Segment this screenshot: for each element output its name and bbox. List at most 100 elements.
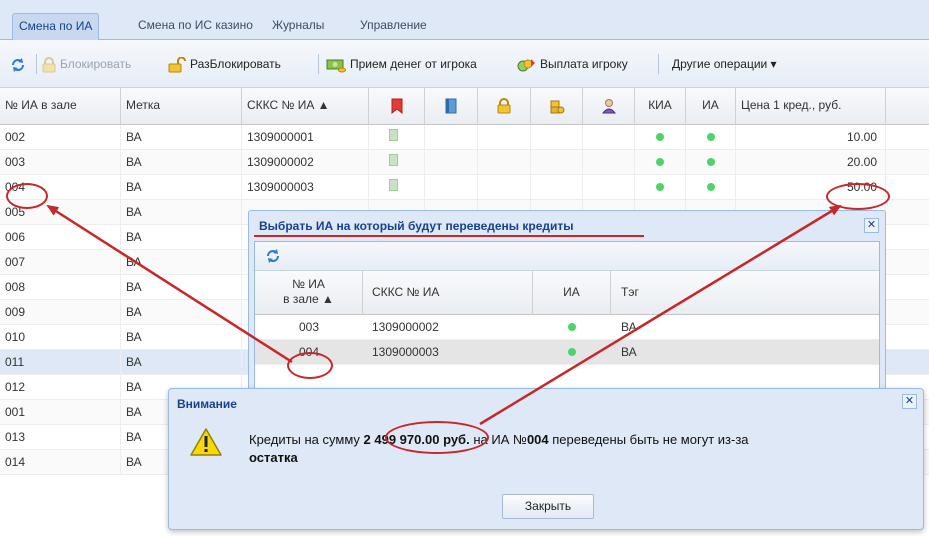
col-price[interactable]: Цена 1 кред., руб. bbox=[736, 88, 886, 125]
select-window-close-button[interactable]: ✕ bbox=[864, 218, 879, 233]
close-button[interactable]: Закрыть bbox=[502, 494, 594, 519]
refresh-icon[interactable] bbox=[265, 248, 281, 264]
cell-empty bbox=[425, 175, 478, 200]
cell-flag bbox=[369, 125, 425, 150]
cell-ia-status bbox=[686, 175, 736, 200]
cell-num: 008 bbox=[0, 275, 121, 300]
cell-num: 010 bbox=[0, 325, 121, 350]
cell-flag bbox=[369, 150, 425, 175]
dialog-message: Кредиты на сумму 2 499 970.00 руб. на ИА… bbox=[249, 431, 889, 467]
msg-suffix: переведены быть не могут из-за bbox=[552, 432, 749, 447]
grid-header: № ИА в зале Метка СККС № ИА ▲ КИА ИА Цен… bbox=[0, 88, 929, 125]
cell-num: 001 bbox=[0, 400, 121, 425]
payout-icon bbox=[517, 58, 535, 72]
select-row-selected[interactable]: 004 1309000003 ВА bbox=[255, 340, 879, 365]
toolbar: Блокировать РазБлокировать Прием денег о… bbox=[0, 40, 929, 88]
cell-tag: ВА bbox=[121, 125, 242, 150]
dialog-close-button[interactable]: ✕ bbox=[902, 394, 917, 409]
select-machine-window: Выбрать ИА на который будут переведены к… bbox=[248, 210, 886, 391]
cell-skks: 1309000003 bbox=[242, 175, 369, 200]
bookmark-icon bbox=[391, 98, 402, 115]
block-button[interactable]: Блокировать bbox=[42, 55, 131, 73]
col-kia[interactable]: КИА bbox=[635, 88, 686, 125]
cell-price: 50.00 bbox=[736, 175, 886, 200]
table-row[interactable]: 004 ВА 1309000003 50.00 bbox=[0, 175, 929, 200]
select-col-ia[interactable]: ИА bbox=[533, 271, 611, 315]
bookmark-icon bbox=[389, 129, 398, 141]
status-dot bbox=[568, 323, 576, 331]
cell-kia-status bbox=[635, 125, 686, 150]
select-window-title: Выбрать ИА на который будут переведены к… bbox=[259, 219, 574, 233]
cell-tag: ВА bbox=[121, 175, 242, 200]
select-window-header: № ИА в зале ▲ СККС № ИА ИА Тэг bbox=[255, 271, 879, 315]
cell-tag: ВА bbox=[121, 150, 242, 175]
refresh-button[interactable] bbox=[10, 55, 30, 73]
table-row[interactable]: 002 ВА 1309000001 10.00 bbox=[0, 125, 929, 150]
cell-empty bbox=[531, 175, 583, 200]
col-lock[interactable] bbox=[478, 88, 531, 125]
dialog-title: Внимание bbox=[177, 397, 237, 411]
cell-num: 003 bbox=[0, 150, 121, 175]
select-row-tag: ВА bbox=[621, 320, 637, 334]
status-dot bbox=[656, 133, 664, 141]
annotation-underline bbox=[254, 235, 644, 237]
payout-label: Выплата игроку bbox=[540, 57, 628, 71]
cell-tag: ВА bbox=[121, 300, 242, 325]
cell-num: 004 bbox=[0, 175, 121, 200]
col-ia[interactable]: ИА bbox=[686, 88, 736, 125]
other-operations-menu[interactable]: Другие операции ▾ bbox=[672, 55, 777, 73]
cell-ia-status bbox=[686, 150, 736, 175]
accept-money-label: Прием денег от игрока bbox=[350, 57, 477, 71]
cell-empty bbox=[583, 125, 635, 150]
msg-prefix: Кредиты на сумму bbox=[249, 432, 360, 447]
select-row-status bbox=[533, 315, 611, 340]
col-user[interactable] bbox=[583, 88, 635, 125]
select-row-number: 004 bbox=[298, 345, 320, 359]
cell-tag: ВА bbox=[121, 275, 242, 300]
tab-shift-by-casino[interactable]: Смена по ИС казино bbox=[132, 13, 259, 40]
col-skks[interactable]: СККС № ИА ▲ bbox=[242, 88, 369, 125]
payout-button[interactable]: Выплата игроку bbox=[516, 55, 628, 73]
cell-tag: ВА bbox=[121, 350, 242, 375]
select-row-tag: ВА bbox=[621, 345, 637, 359]
accept-money-button[interactable]: Прием денег от игрока bbox=[326, 55, 477, 73]
msg-end: остатка bbox=[249, 450, 298, 465]
cell-empty bbox=[583, 150, 635, 175]
bookmark-icon bbox=[389, 154, 398, 166]
select-window-toolbar bbox=[255, 242, 879, 271]
book-icon bbox=[445, 98, 457, 114]
cell-skks: 1309000002 bbox=[242, 150, 369, 175]
bookmark-icon bbox=[389, 179, 398, 191]
cell-num: 013 bbox=[0, 425, 121, 450]
col-tag[interactable]: Метка bbox=[121, 88, 242, 125]
msg-machine-number: 004 bbox=[526, 432, 549, 447]
status-dot bbox=[656, 158, 664, 166]
select-row[interactable]: 003 1309000002 ВА bbox=[255, 315, 879, 340]
cell-num: 002 bbox=[0, 125, 121, 150]
cell-num: 012 bbox=[0, 375, 121, 400]
col-bookmark[interactable] bbox=[369, 88, 425, 125]
table-row[interactable]: 003 ВА 1309000002 20.00 bbox=[0, 150, 929, 175]
tab-journals[interactable]: Журналы bbox=[266, 13, 330, 40]
select-col-skks[interactable]: СККС № ИА bbox=[363, 271, 533, 315]
unblock-button[interactable]: РазБлокировать bbox=[168, 55, 281, 73]
toolbar-separator bbox=[318, 54, 319, 74]
tab-management[interactable]: Управление bbox=[354, 13, 433, 40]
msg-amount: 2 499 970.00 bbox=[363, 432, 440, 447]
cell-tag: ВА bbox=[121, 200, 242, 225]
cell-num: 006 bbox=[0, 225, 121, 250]
tab-shift-by-ia[interactable]: Смена по ИА bbox=[12, 13, 100, 40]
select-col-number[interactable]: № ИА в зале ▲ bbox=[255, 271, 363, 315]
unlock-icon bbox=[168, 56, 186, 73]
col-number[interactable]: № ИА в зале bbox=[0, 88, 121, 125]
lock-icon bbox=[42, 56, 56, 73]
cell-empty bbox=[531, 125, 583, 150]
col-book[interactable] bbox=[425, 88, 478, 125]
col-coins[interactable] bbox=[531, 88, 583, 125]
status-dot bbox=[656, 183, 664, 191]
msg-middle: на ИА № bbox=[473, 432, 527, 447]
user-icon bbox=[601, 99, 616, 114]
refresh-icon bbox=[12, 57, 24, 72]
select-row-skks: 1309000003 bbox=[372, 345, 439, 359]
select-col-tag[interactable]: Тэг bbox=[611, 271, 879, 315]
